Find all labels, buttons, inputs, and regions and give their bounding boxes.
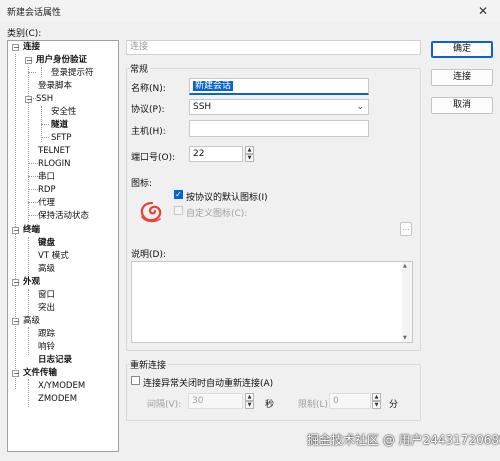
- icon-label: 图标:: [131, 179, 153, 189]
- session-icon: [140, 201, 162, 223]
- tree-item-xymodem[interactable]: X/YMODEM: [38, 381, 85, 392]
- tree-item-login-prompt[interactable]: 登录提示符: [51, 68, 94, 79]
- interval-unit: 秒: [265, 400, 275, 410]
- port-label: 端口号(O):: [131, 153, 176, 163]
- port-down-button[interactable]: ▼: [245, 154, 254, 162]
- tree-item-logging[interactable]: 日志记录: [38, 355, 72, 366]
- tree-item-serial[interactable]: 串口: [38, 172, 55, 183]
- tree-item-keep-alive[interactable]: 保持活动状态: [38, 211, 89, 222]
- category-tree[interactable]: − 连接 − 用户身份验证 登录提示符 登录脚本 − SSH 安全性 隧道 SF…: [7, 40, 119, 452]
- protocol-select-value: SSH: [193, 102, 212, 112]
- tree-item-ssh[interactable]: SSH: [36, 94, 53, 105]
- interval-input[interactable]: 30: [188, 393, 243, 409]
- tree-item-advanced[interactable]: 高级: [23, 316, 40, 327]
- watermark: 掘金技术社区 @ 用户244317206858: [307, 433, 500, 447]
- tree-item-sftp[interactable]: SFTP: [51, 133, 71, 144]
- ok-button[interactable]: 确定: [431, 41, 493, 58]
- default-icon-label: 按协议的默认图标(I): [186, 193, 268, 203]
- default-icon-checkbox[interactable]: ✓: [174, 190, 183, 199]
- host-label: 主机(H):: [131, 127, 166, 137]
- protocol-label: 协议(P):: [131, 105, 165, 115]
- category-path: 连接: [126, 40, 421, 55]
- limit-unit: 分: [389, 400, 399, 410]
- general-group-label: 常规: [130, 62, 151, 75]
- tree-item-rdp[interactable]: RDP: [38, 185, 56, 196]
- tree-item-login-script[interactable]: 登录脚本: [38, 81, 72, 92]
- tree-item-zmodem[interactable]: ZMODEM: [38, 394, 77, 405]
- protocol-select[interactable]: SSH ⌄: [189, 99, 369, 115]
- title-bar: [0, 0, 500, 22]
- category-label: 类别(C):: [7, 29, 42, 39]
- tree-item-window[interactable]: 窗口: [38, 290, 55, 301]
- tree-item-trace[interactable]: 跟踪: [38, 329, 55, 340]
- connect-button[interactable]: 连接: [431, 69, 493, 86]
- port-input[interactable]: 22: [189, 146, 243, 162]
- tree-item-vt-mode[interactable]: VT 模式: [38, 251, 69, 262]
- tree-item-terminal-advanced[interactable]: 高级: [38, 264, 55, 275]
- interval-up-button[interactable]: ▲: [245, 393, 254, 401]
- name-input[interactable]: 新建会话: [189, 78, 369, 95]
- description-textarea[interactable]: [131, 261, 413, 343]
- reconnect-group-label: 重新连接: [130, 358, 169, 371]
- auto-reconnect-label: 连接异常关闭时自动重新连接(A): [143, 379, 274, 389]
- auto-reconnect-checkbox[interactable]: [131, 376, 140, 385]
- custom-icon-browse-button[interactable]: ...: [400, 222, 412, 236]
- tree-item-terminal[interactable]: 终端: [23, 225, 40, 236]
- tree-item-appearance[interactable]: 外观: [23, 277, 40, 288]
- port-up-button[interactable]: ▲: [245, 146, 254, 154]
- close-button[interactable]: ✕: [466, 0, 500, 22]
- tree-item-security[interactable]: 安全性: [51, 107, 77, 118]
- tree-item-connection[interactable]: 连接: [23, 42, 40, 53]
- limit-down-button[interactable]: ▼: [372, 401, 381, 409]
- tree-item-user-auth[interactable]: 用户身份验证: [36, 55, 87, 66]
- limit-input[interactable]: 0: [329, 393, 371, 409]
- name-label: 名称(N):: [131, 84, 166, 94]
- tree-item-rlogin[interactable]: RLOGIN: [38, 159, 70, 170]
- description-label: 说明(D):: [131, 250, 166, 260]
- host-input[interactable]: [189, 120, 369, 137]
- limit-label: 限制(L):: [298, 400, 332, 410]
- chevron-down-icon: ⌄: [356, 102, 364, 112]
- interval-down-button[interactable]: ▼: [245, 401, 254, 409]
- tree-item-highlight[interactable]: 突出: [38, 303, 55, 314]
- tree-item-tunnel[interactable]: 隧道: [51, 120, 68, 131]
- tree-item-keyboard[interactable]: 键盘: [38, 238, 55, 249]
- name-input-value: 新建会话: [193, 81, 234, 91]
- description-scrollbar[interactable]: ▲ ▼: [402, 262, 412, 342]
- window-title: 新建会话属性: [7, 8, 62, 18]
- custom-icon-label: 自定义图标(C):: [186, 209, 248, 219]
- limit-up-button[interactable]: ▲: [372, 393, 381, 401]
- custom-icon-checkbox[interactable]: [174, 206, 183, 215]
- tree-item-telnet[interactable]: TELNET: [38, 146, 70, 157]
- tree-item-bell[interactable]: 响铃: [38, 342, 55, 353]
- tree-item-file-transfer[interactable]: 文件传输: [23, 368, 57, 379]
- interval-label: 间隔(V):: [147, 400, 182, 410]
- cancel-button[interactable]: 取消: [431, 97, 493, 114]
- tree-item-proxy[interactable]: 代理: [38, 198, 55, 209]
